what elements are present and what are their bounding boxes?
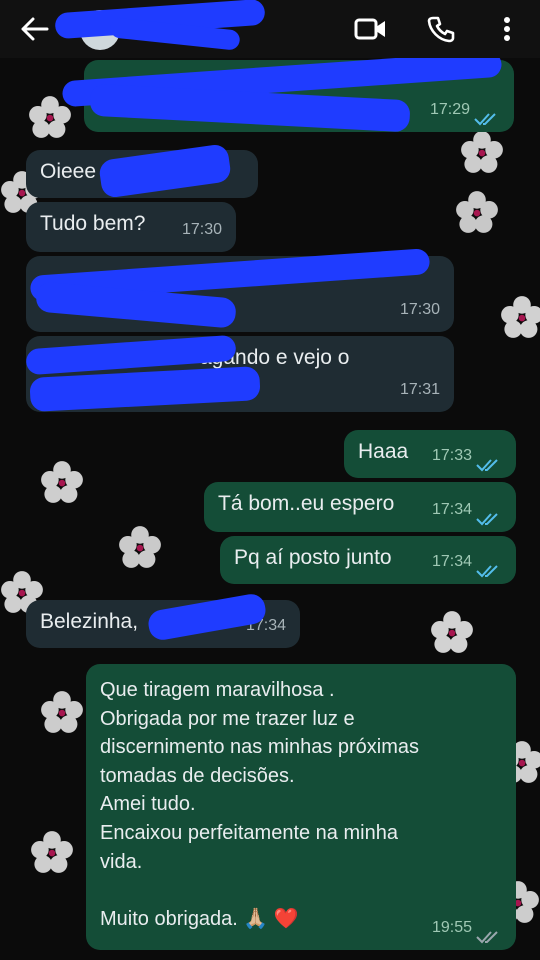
chat-header — [0, 0, 540, 58]
message-text: Oieee — [40, 160, 97, 183]
message-bubble-outgoing[interactable]: Que tiragem maravilhosa . Obrigada por m… — [86, 664, 516, 950]
blossom-decoration — [430, 610, 474, 654]
blossom-decoration — [455, 190, 499, 234]
message-text: Tudo bem? — [40, 212, 146, 235]
back-arrow-icon[interactable] — [18, 12, 52, 46]
message-time: 17:29 — [429, 101, 470, 118]
double-check-read-icon — [476, 507, 502, 526]
message-text: Tá bom..eu espero — [218, 492, 395, 515]
blossom-decoration — [118, 525, 162, 569]
message-time: 17:34 — [431, 553, 472, 570]
message-bubble-outgoing[interactable]: Tá bom..eu espero 17:34 — [204, 482, 516, 532]
message-text: Belezinha, — [40, 610, 139, 633]
message-time: 17:33 — [431, 447, 472, 464]
message-text: Pq aí posto junto — [234, 546, 392, 569]
message-time: 17:34 — [431, 501, 472, 518]
blossom-decoration — [30, 830, 74, 874]
message-time: 17:31 — [399, 381, 440, 398]
blossom-decoration — [40, 690, 84, 734]
double-check-read-icon — [476, 453, 502, 472]
blossom-decoration — [500, 295, 540, 339]
message-text: Que tiragem maravilhosa . Obrigada por m… — [100, 679, 420, 930]
message-bubble-outgoing[interactable]: Haaa 17:33 — [344, 430, 516, 478]
video-call-icon[interactable] — [354, 12, 388, 46]
double-check-read-icon — [474, 107, 500, 126]
message-time: 17:30 — [399, 301, 440, 318]
double-check-read-icon — [476, 925, 502, 944]
blossom-decoration — [40, 460, 84, 504]
message-time: 17:30 — [181, 221, 222, 238]
message-text: Haaa — [358, 440, 409, 463]
message-bubble-incoming[interactable]: Tudo bem? 17:30 — [26, 202, 236, 252]
blossom-decoration — [460, 130, 504, 174]
phone-icon[interactable] — [424, 12, 458, 46]
more-vertical-icon[interactable] — [490, 12, 524, 46]
message-time: 19:55 — [431, 919, 472, 936]
message-bubble-outgoing[interactable]: Pq aí posto junto 17:34 — [220, 536, 516, 584]
double-check-read-icon — [476, 559, 502, 578]
